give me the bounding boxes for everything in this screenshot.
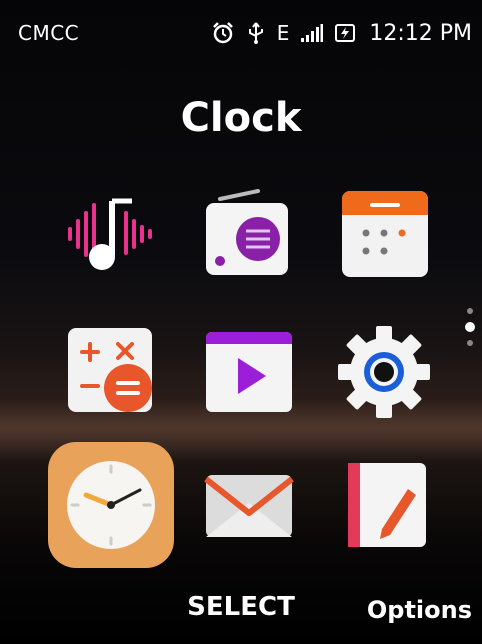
status-icons: E 12:12 PM [211, 21, 472, 46]
page-indicator [464, 308, 476, 354]
signal-icon [301, 24, 324, 42]
page-dot-active [465, 322, 475, 332]
app-calculator[interactable] [62, 322, 162, 422]
app-calendar[interactable] [334, 185, 434, 285]
radio-icon [206, 189, 288, 275]
page-dot [467, 340, 473, 346]
app-settings[interactable] [334, 322, 434, 422]
page-dot [467, 308, 473, 314]
app-fm-radio[interactable] [196, 185, 296, 285]
status-bar: CMCC E 12:12 PM [0, 0, 482, 66]
softkey-options[interactable]: Options [367, 596, 472, 624]
calendar-icon [342, 191, 428, 277]
app-notes[interactable] [334, 455, 434, 555]
gear-icon [338, 326, 430, 418]
calculator-icon [68, 328, 152, 412]
app-music[interactable] [62, 185, 162, 285]
mail-icon [204, 475, 294, 537]
app-email[interactable] [198, 455, 298, 555]
note-pencil-icon [348, 463, 426, 547]
carrier-label: CMCC [18, 21, 80, 45]
app-video[interactable] [198, 322, 298, 422]
status-time: 12:12 PM [369, 20, 472, 46]
softkey-bar: SELECT Options [0, 584, 482, 644]
page-title: Clock [180, 95, 302, 141]
music-icon [68, 198, 152, 270]
clock-icon [67, 461, 155, 549]
usb-icon [247, 21, 265, 45]
app-clock[interactable] [48, 442, 174, 568]
home-screen: CMCC E 12:12 PM Clock SELECT Options [0, 0, 482, 644]
alarm-icon [211, 21, 235, 45]
network-e-icon: E [276, 21, 290, 45]
video-play-icon [206, 332, 292, 412]
battery-charging-icon [335, 23, 357, 43]
